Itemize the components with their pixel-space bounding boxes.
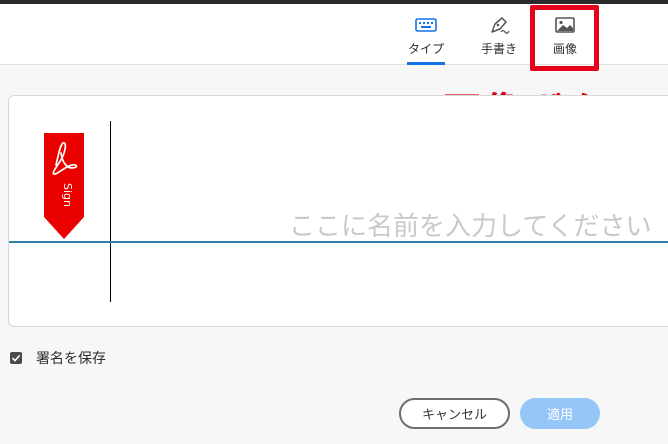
sign-badge-text: Sign [61,183,74,207]
image-button-highlight [530,5,599,71]
cancel-button[interactable]: キャンセル [399,398,510,429]
text-cursor [110,121,111,302]
signature-input-area[interactable]: Sign ここに名前を入力してください [8,95,668,327]
tab-type-label: タイプ [407,42,444,56]
save-signature-row[interactable]: 署名を保存 [10,348,106,368]
tab-draw-label: 手書き [480,42,517,56]
acrobat-sign-badge-icon: Sign [44,133,84,239]
save-signature-checkbox[interactable] [10,352,22,364]
name-placeholder: ここに名前を入力してください [289,212,652,242]
pen-icon [491,17,510,34]
save-signature-label: 署名を保存 [36,351,106,367]
keyboard-icon [415,18,437,32]
tab-type[interactable]: タイプ [403,4,449,65]
checkmark-icon [11,354,21,362]
tab-draw[interactable]: 手書き [476,4,522,65]
apply-button[interactable]: 適用 [520,398,600,429]
tab-selected-indicator [407,62,445,65]
